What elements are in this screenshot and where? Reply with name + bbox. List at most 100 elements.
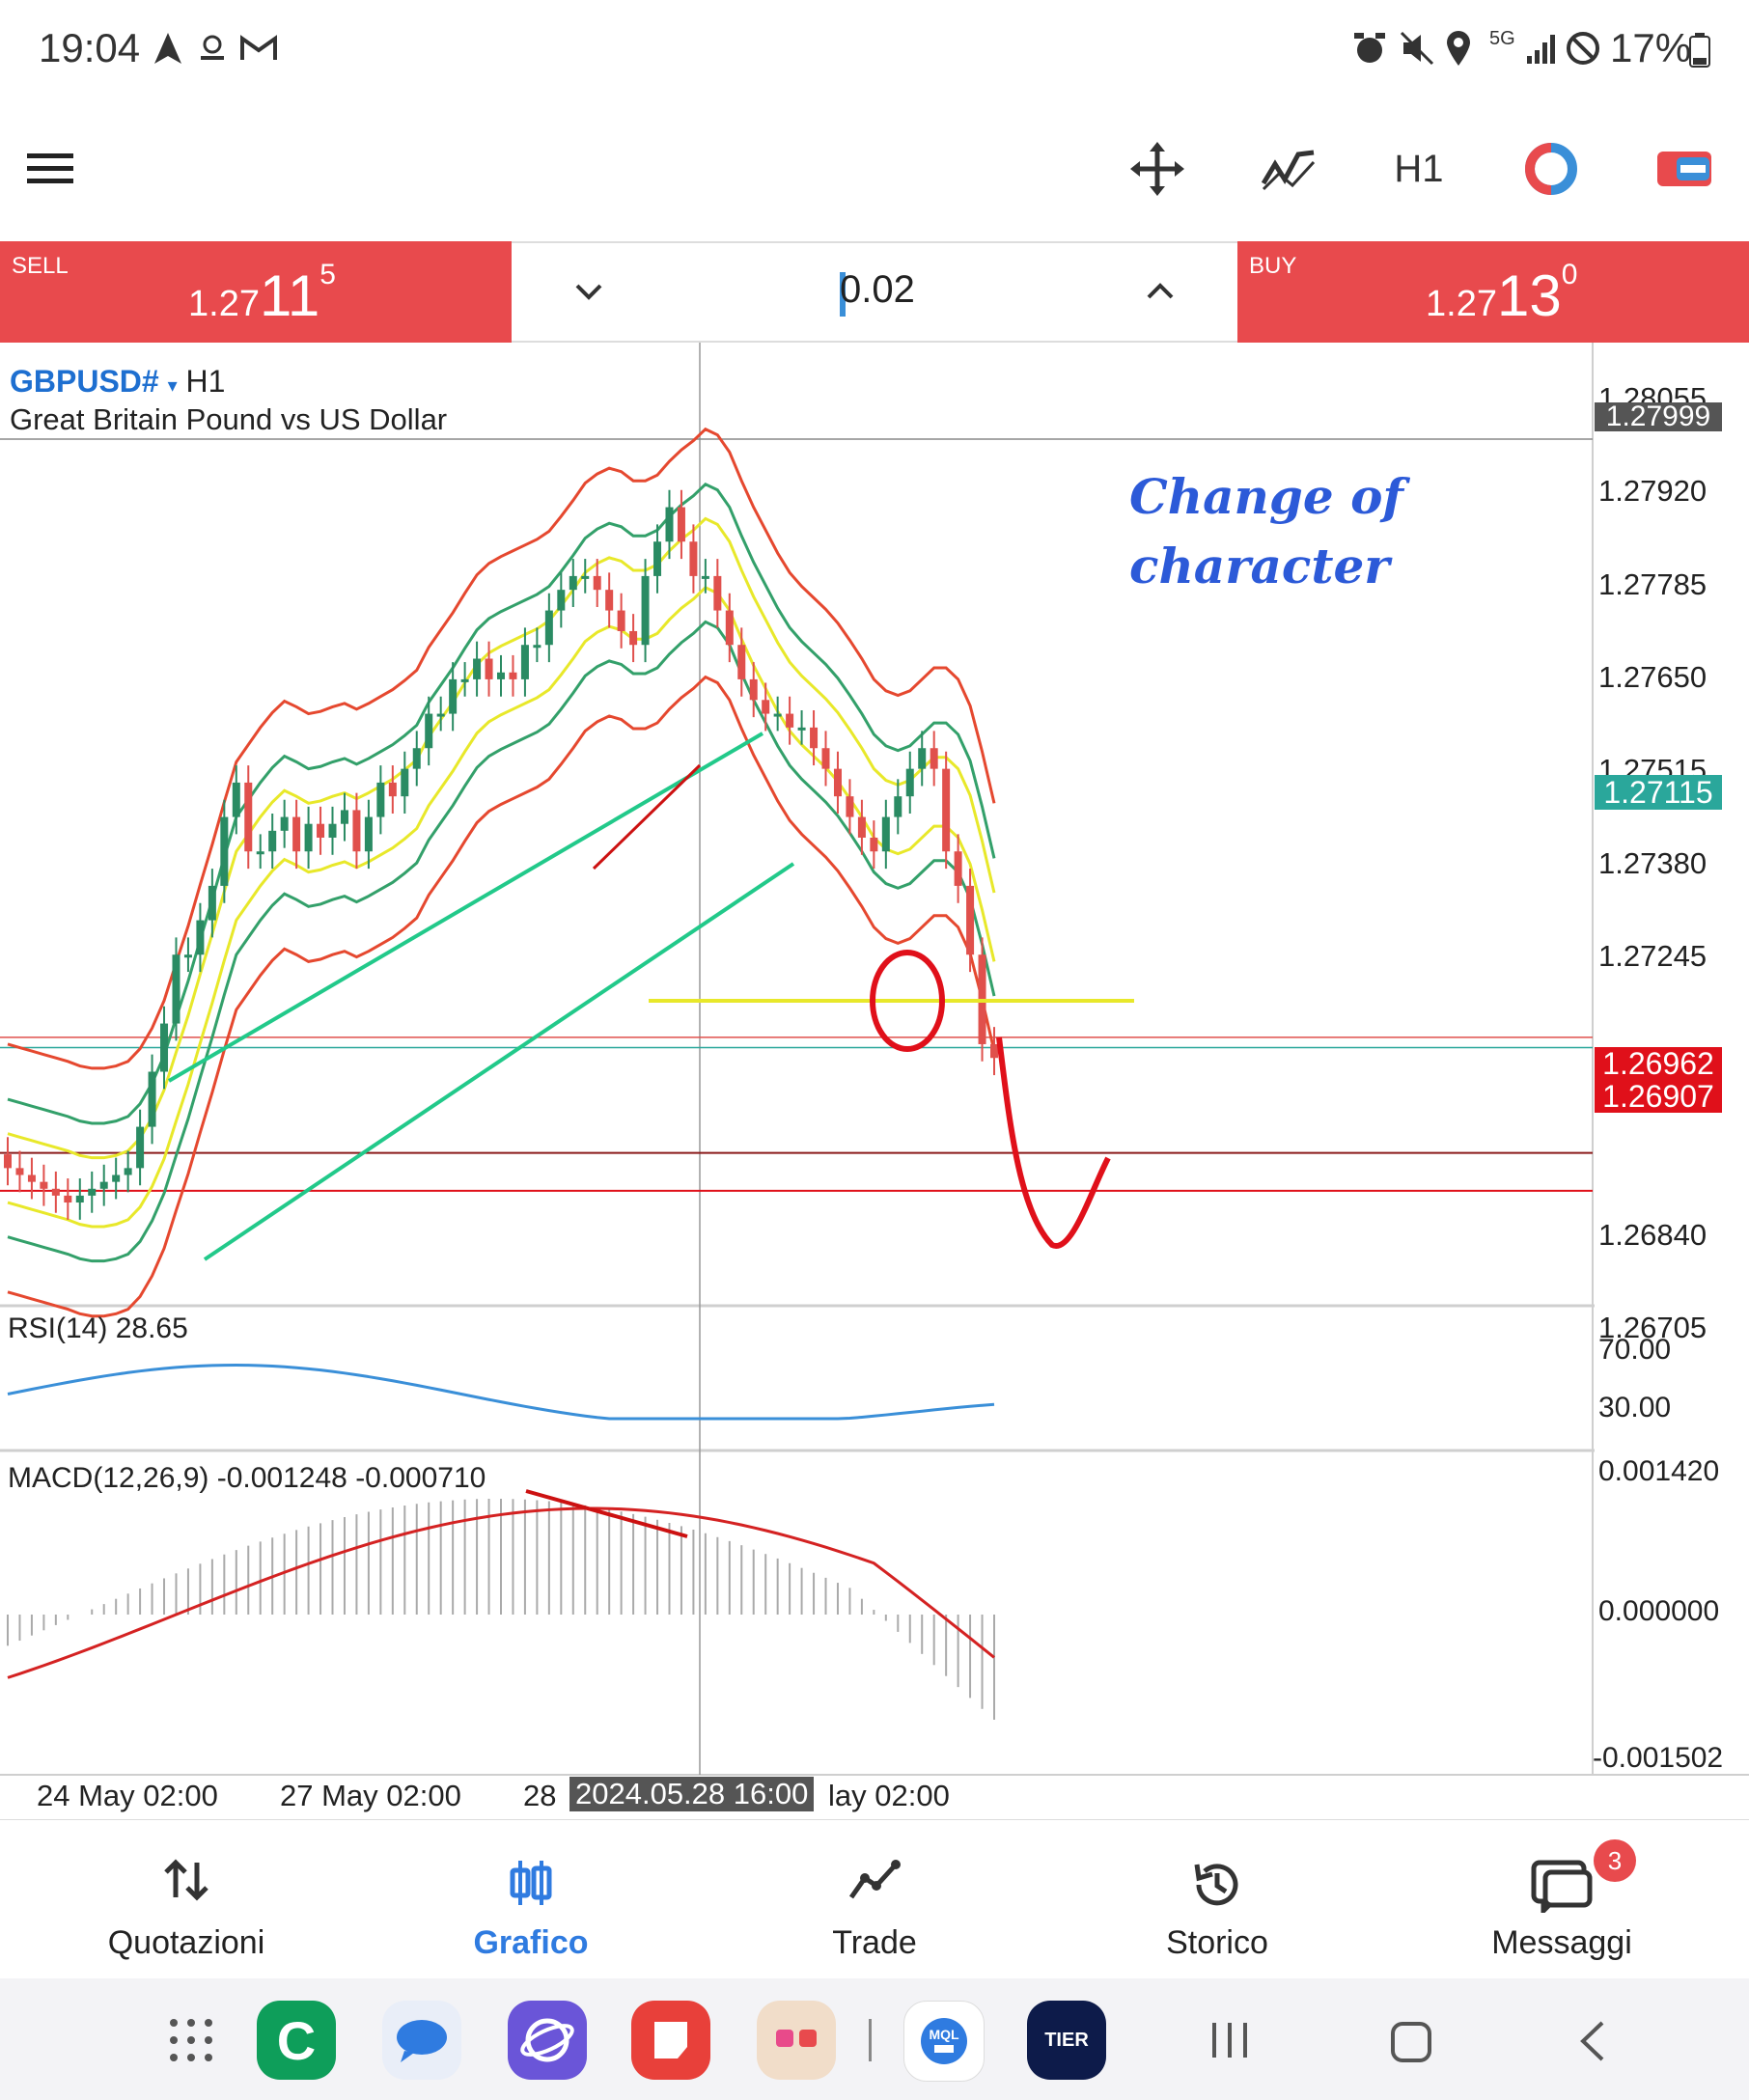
lot-selector: 0.02 — [512, 241, 1237, 343]
battery-icon — [1689, 33, 1710, 72]
candle-body — [328, 823, 337, 838]
candle-body — [786, 713, 794, 728]
candle-body — [304, 823, 313, 852]
lot-decrease-button[interactable] — [569, 272, 608, 316]
bottom-nav: Quotazioni Grafico Trade Storico 3 Messa… — [0, 1819, 1749, 1979]
one-click-trading-icon[interactable] — [1652, 135, 1716, 203]
buy-price-sup: 0 — [1561, 259, 1578, 290]
bollinger-band — [7, 620, 996, 1263]
macd-level-high: 0.001420 — [1598, 1455, 1720, 1487]
chart-icon — [507, 1859, 555, 1912]
candle-body — [196, 920, 205, 955]
candle-body — [112, 1174, 121, 1182]
candle-body — [449, 678, 458, 714]
chart-area[interactable]: GBPUSD# ▾ H1 Great Britain Pound vs US D… — [0, 343, 1749, 1819]
candle-body — [881, 816, 890, 852]
candle-body — [99, 1181, 108, 1189]
chart-symbol-line[interactable]: GBPUSD# ▾ H1 — [10, 364, 225, 400]
annotation-line-2: character — [1129, 538, 1390, 594]
messages-icon — [1530, 1859, 1594, 1918]
price-tick-label: 1.27650 — [1598, 659, 1707, 694]
notes-app-icon[interactable] — [631, 2001, 710, 2080]
tier-app-icon[interactable]: TIER — [1027, 2001, 1106, 2080]
time-label-4: lay 02:00 — [828, 1779, 950, 1812]
back-icon[interactable] — [1575, 2019, 1610, 2068]
candle-body — [713, 575, 722, 611]
price-tick-label: 1.27245 — [1598, 938, 1707, 973]
recents-icon[interactable] — [1208, 2021, 1253, 2064]
candle-body — [857, 816, 866, 838]
candle-body — [497, 672, 505, 679]
crosshair-time-box: 2024.05.28 16:00 — [569, 1777, 815, 1811]
candle-body — [725, 610, 734, 646]
candle-body — [244, 782, 253, 852]
status-bar: 19:04 5G 17% — [0, 0, 1749, 97]
buy-price-prefix: 1.27 — [1426, 284, 1497, 324]
candle-body — [629, 630, 638, 646]
rsi-line — [7, 1364, 995, 1421]
candle-body — [15, 1168, 24, 1175]
indicators-icon[interactable] — [1259, 135, 1319, 203]
rsi-level-low: 30.00 — [1598, 1392, 1672, 1423]
candle-body — [172, 954, 180, 1024]
price-tick-label: 1.27920 — [1598, 474, 1707, 509]
quotes-icon — [162, 1859, 210, 1906]
candle-body — [268, 830, 277, 852]
price-tick-label: 1.27380 — [1598, 845, 1707, 880]
sell-price-prefix: 1.27 — [188, 284, 260, 324]
candle-body — [220, 816, 229, 886]
candle-body — [870, 837, 878, 852]
time-label-2: 27 May 02:00 — [280, 1779, 461, 1812]
samsung-internet-icon[interactable] — [508, 2001, 587, 2080]
candle-body — [557, 590, 566, 611]
candle-body — [833, 768, 842, 797]
crosshair-move-icon[interactable] — [1127, 135, 1187, 203]
menu-icon[interactable] — [21, 135, 79, 203]
candle-body — [509, 672, 517, 679]
toolbar: H1 — [0, 97, 1749, 241]
timeframe-button[interactable]: H1 — [1390, 135, 1448, 203]
candle-body — [148, 1071, 156, 1127]
sell-button[interactable]: SELL 1.27115 — [0, 241, 512, 343]
history-icon — [1191, 1859, 1243, 1916]
nav-label: Storico — [1166, 1924, 1268, 1961]
candle-body — [593, 575, 601, 591]
rsi-label: RSI(14) 28.65 — [8, 1312, 188, 1344]
nav-messaggi[interactable]: 3 Messaggi — [1387, 1820, 1736, 1979]
alarm-icon — [1351, 29, 1388, 72]
lot-increase-button[interactable] — [1141, 272, 1180, 316]
nav-trade[interactable]: Trade — [700, 1820, 1049, 1979]
nav-label: Messaggi — [1491, 1924, 1632, 1961]
nav-quotazioni[interactable]: Quotazioni — [12, 1820, 361, 1979]
dock-divider — [869, 2019, 872, 2061]
chart-timeframe: H1 — [185, 364, 226, 399]
candle-body — [317, 823, 325, 838]
chart-canvas[interactable] — [0, 343, 1749, 1819]
macd-divergence-line — [525, 1489, 688, 1538]
color-theme-icon[interactable] — [1521, 135, 1581, 203]
apps-grid-icon[interactable] — [166, 2015, 216, 2070]
c-app-icon[interactable]: C — [257, 2001, 336, 2080]
home-icon[interactable] — [1390, 2021, 1432, 2068]
buy-button[interactable]: BUY 1.27130 — [1237, 241, 1749, 343]
candle-body — [689, 541, 698, 576]
messages-app-icon[interactable] — [382, 2001, 461, 2080]
nav-grafico[interactable]: Grafico — [356, 1820, 706, 1979]
candle-body — [990, 1043, 998, 1059]
candle-body — [605, 590, 614, 611]
candle-body — [894, 796, 902, 817]
candle-body — [665, 507, 674, 542]
mql5-app-icon[interactable]: MQL — [903, 2001, 985, 2082]
price-tick-label: 1.27785 — [1598, 566, 1707, 601]
dnd-icon — [1566, 31, 1600, 70]
candle-body — [954, 851, 962, 886]
nav-label: Quotazioni — [107, 1924, 265, 1961]
candle-body — [918, 748, 927, 769]
nav-storico[interactable]: Storico — [1042, 1820, 1392, 1979]
nav-label: Grafico — [473, 1924, 589, 1961]
lot-input[interactable]: 0.02 — [840, 268, 915, 312]
candle-body — [136, 1126, 145, 1169]
price-level-box: 1.27999 — [1595, 402, 1722, 431]
folder-app-icon[interactable] — [757, 2001, 836, 2080]
candle-body — [75, 1195, 84, 1203]
